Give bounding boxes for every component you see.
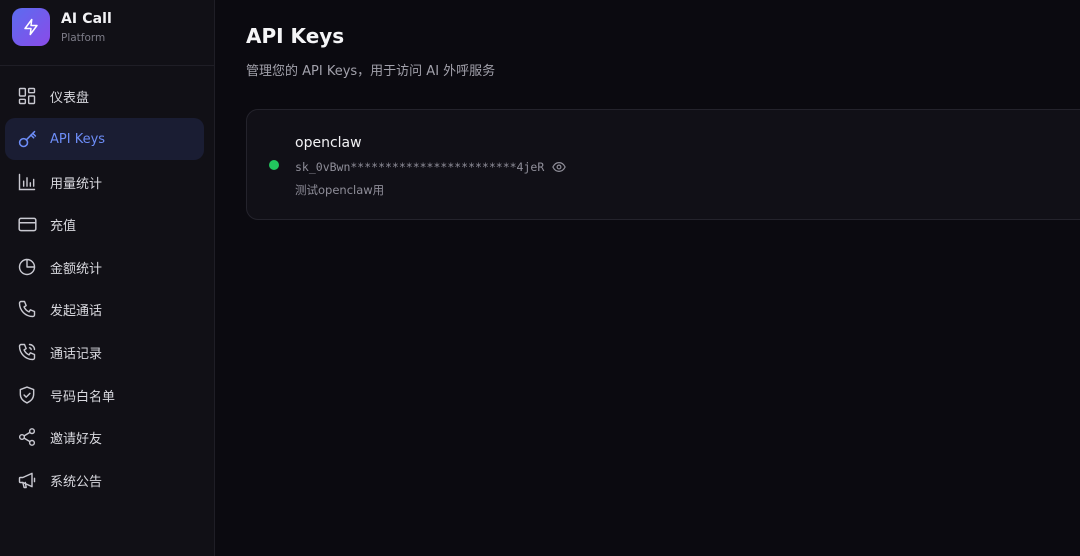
sidebar-item-label: 邀请好友: [50, 431, 103, 447]
phone-call-icon: [16, 341, 38, 363]
share-icon: [16, 426, 38, 448]
api-key-value-row: sk_0vBwn************************4jeR: [295, 159, 567, 175]
main-content: API Keys 管理您的 API Keys，用于访问 AI 外呼服务 open…: [216, 0, 1080, 556]
phone-icon: [16, 298, 38, 320]
sidebar-item-usage-stats[interactable]: 用量统计: [5, 161, 204, 203]
shield-check-icon: [16, 384, 38, 406]
brand-header: AI Call Platform: [0, 0, 215, 66]
app-window: AI Call Platform 仪表盘 API Keys 用量统计 充值 金额…: [0, 0, 1080, 556]
sidebar-item-amount-stats[interactable]: 金额统计: [5, 246, 204, 288]
sidebar-item-whitelist[interactable]: 号码白名单: [5, 374, 204, 416]
sidebar-item-label: API Keys: [50, 131, 106, 147]
pie-chart-icon: [16, 256, 38, 278]
sidebar-item-make-call[interactable]: 发起通话: [5, 288, 204, 330]
sidebar-item-recharge[interactable]: 充值: [5, 203, 204, 245]
api-key-name: openclaw: [295, 135, 362, 151]
sidebar-item-label: 系统公告: [50, 474, 103, 490]
api-key-masked-value[interactable]: sk_0vBwn************************4jeR: [295, 160, 544, 174]
sidebar-item-label: 充值: [50, 218, 77, 234]
lightning-icon[interactable]: [12, 8, 50, 46]
status-dot: [269, 160, 279, 170]
sidebar-item-label: 通话记录: [50, 346, 103, 362]
sidebar-item-label: 用量统计: [50, 176, 103, 192]
brand-subtitle: Platform: [61, 32, 106, 44]
api-key-card[interactable]: openclaw sk_0vBwn***********************…: [246, 109, 1080, 220]
sidebar-item-label: 发起通话: [50, 303, 103, 319]
megaphone-icon: [16, 469, 38, 491]
sidebar-item-label: 号码白名单: [50, 389, 116, 405]
key-icon: [16, 128, 38, 150]
sidebar-item-label: 金额统计: [50, 261, 103, 277]
brand-name: AI Call: [61, 11, 112, 27]
sidebar: AI Call Platform 仪表盘 API Keys 用量统计 充值 金额…: [0, 0, 215, 556]
api-key-description: 测试openclaw用: [295, 183, 385, 197]
sidebar-item-api-keys[interactable]: API Keys: [5, 118, 204, 160]
sidebar-item-dashboard[interactable]: 仪表盘: [5, 75, 204, 117]
sidebar-item-announcements[interactable]: 系统公告: [5, 459, 204, 501]
bar-chart-icon: [16, 171, 38, 193]
page-title: API Keys: [246, 24, 345, 48]
sidebar-item-invite-friends[interactable]: 邀请好友: [5, 416, 204, 458]
eye-icon[interactable]: [552, 160, 567, 174]
dashboard-icon: [16, 85, 38, 107]
credit-card-icon: [16, 213, 38, 235]
page-subtitle: 管理您的 API Keys，用于访问 AI 外呼服务: [246, 64, 496, 79]
sidebar-item-label: 仪表盘: [50, 90, 90, 106]
sidebar-item-call-records[interactable]: 通话记录: [5, 331, 204, 373]
